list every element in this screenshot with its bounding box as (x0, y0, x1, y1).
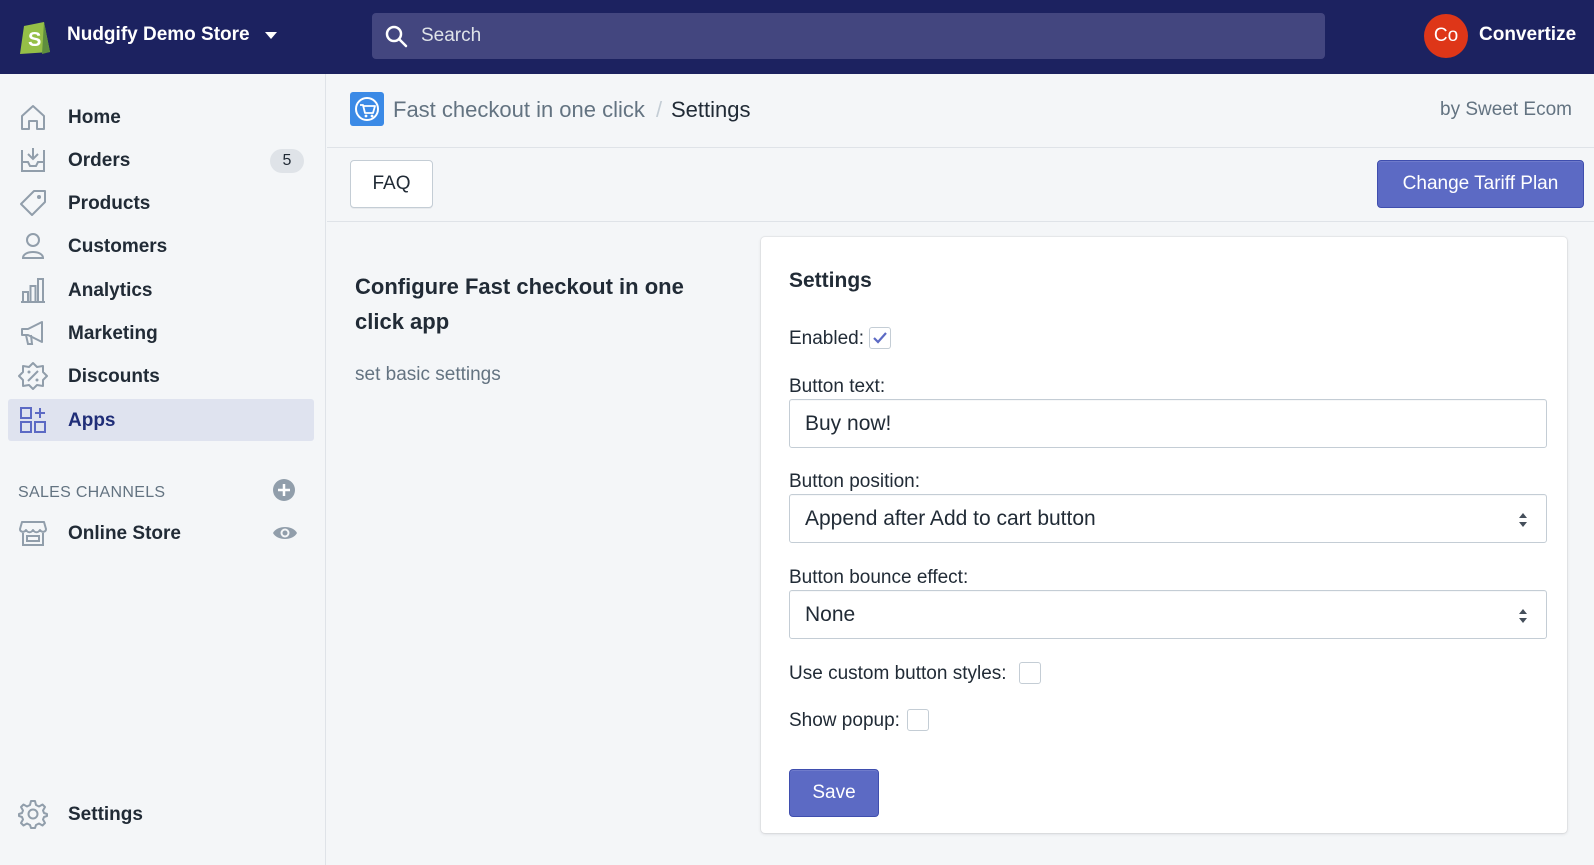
sidebar-item-online-store[interactable]: Online Store (8, 512, 314, 554)
app-header: Fast checkout in one click / Settings by… (327, 74, 1594, 148)
enabled-label: Enabled: (789, 328, 865, 349)
sidebar-item-label: Products (68, 193, 151, 214)
orders-icon (21, 148, 45, 172)
orders-count-badge: 5 (270, 149, 304, 173)
change-tariff-plan-button[interactable]: Change Tariff Plan (1377, 160, 1584, 208)
sidebar-item-label: Orders (68, 150, 131, 171)
section-title: Configure Fast checkout in one click app (355, 274, 684, 334)
faq-button[interactable]: FAQ (350, 160, 433, 208)
button-position-label: Button position: (789, 471, 920, 492)
button-text-field[interactable] (789, 399, 1547, 448)
bounce-effect-label: Button bounce effect: (789, 567, 969, 588)
button-position-select[interactable]: Append after Add to cart button (789, 494, 1547, 543)
sidebar-item-label: Settings (68, 804, 143, 825)
bounce-effect-value: None (805, 603, 856, 626)
megaphone-icon (21, 321, 43, 345)
tag-icon (20, 190, 46, 216)
sidebar-item-label: Home (68, 107, 121, 128)
shopify-logo-icon[interactable]: S (18, 16, 52, 56)
breadcrumb-separator: / (656, 97, 663, 122)
sidebar-item-apps[interactable]: Apps (8, 399, 314, 441)
account-name[interactable]: Convertize (1479, 24, 1576, 46)
breadcrumb-app-name[interactable]: Fast checkout in one click (393, 97, 645, 123)
sidebar-item-analytics[interactable]: Analytics (8, 269, 314, 311)
sidebar-item-label: Customers (68, 236, 168, 257)
page-title: Settings (671, 97, 751, 122)
add-circle-icon[interactable] (272, 478, 296, 502)
bounce-effect-select[interactable]: None (789, 590, 1547, 639)
main-content: Fast checkout in one click / Settings by… (327, 74, 1594, 865)
svg-text:S: S (28, 29, 41, 51)
section-description: set basic settings (355, 364, 501, 385)
store-name[interactable]: Nudgify Demo Store (67, 24, 250, 46)
checkmark-icon (873, 332, 887, 344)
show-popup-checkbox[interactable] (907, 709, 929, 731)
sidebar-item-home[interactable]: Home (8, 96, 314, 138)
sidebar-item-customers[interactable]: Customers (8, 225, 314, 267)
sidebar-item-label: Discounts (68, 366, 160, 387)
bar-chart-icon (21, 278, 45, 303)
button-position-value: Append after Add to cart button (805, 507, 1096, 530)
show-popup-label: Show popup: (789, 710, 900, 731)
eye-icon[interactable] (272, 520, 298, 546)
store-icon (19, 521, 47, 546)
sidebar-item-label: Analytics (68, 280, 153, 301)
gear-icon (18, 800, 48, 829)
settings-card-title: Settings (789, 269, 872, 292)
sidebar-item-orders[interactable]: Orders 5 (8, 139, 314, 181)
select-arrows-icon (1519, 609, 1527, 623)
sidebar-item-marketing[interactable]: Marketing (8, 312, 314, 354)
custom-styles-checkbox[interactable] (1019, 662, 1041, 684)
button-text-label: Button text: (789, 376, 886, 397)
developer-credit: by Sweet Ecom (1440, 99, 1572, 120)
search-bar[interactable] (372, 13, 1325, 59)
apps-icon (20, 407, 46, 433)
custom-styles-label: Use custom button styles: (789, 663, 1007, 684)
button-text-input[interactable] (805, 400, 1531, 448)
person-icon (21, 233, 45, 259)
save-button[interactable]: Save (789, 769, 879, 817)
discount-icon (18, 362, 48, 390)
sidebar-item-discounts[interactable]: Discounts (8, 355, 314, 397)
sidebar-item-label: Apps (68, 410, 116, 431)
settings-card: Settings Enabled: Button text: Button po… (761, 237, 1567, 833)
sidebar-item-products[interactable]: Products (8, 182, 314, 224)
top-bar: S Nudgify Demo Store Co Convertize (0, 0, 1594, 74)
sidebar: Home Orders 5 Products Customers Analyti… (0, 74, 326, 865)
app-logo-icon (350, 92, 384, 126)
search-input[interactable] (421, 13, 1301, 59)
select-arrows-icon (1519, 513, 1527, 527)
sidebar-item-label: Marketing (68, 323, 158, 344)
avatar[interactable]: Co (1424, 14, 1468, 58)
search-icon (385, 25, 408, 48)
sidebar-item-settings[interactable]: Settings (8, 793, 314, 835)
toolbar-divider (327, 221, 1594, 222)
chevron-down-icon[interactable] (265, 32, 277, 39)
home-icon (21, 105, 45, 130)
enabled-checkbox[interactable] (869, 327, 891, 349)
sales-channels-heading: SALES CHANNELS (18, 484, 166, 501)
sidebar-item-label: Online Store (68, 523, 181, 544)
